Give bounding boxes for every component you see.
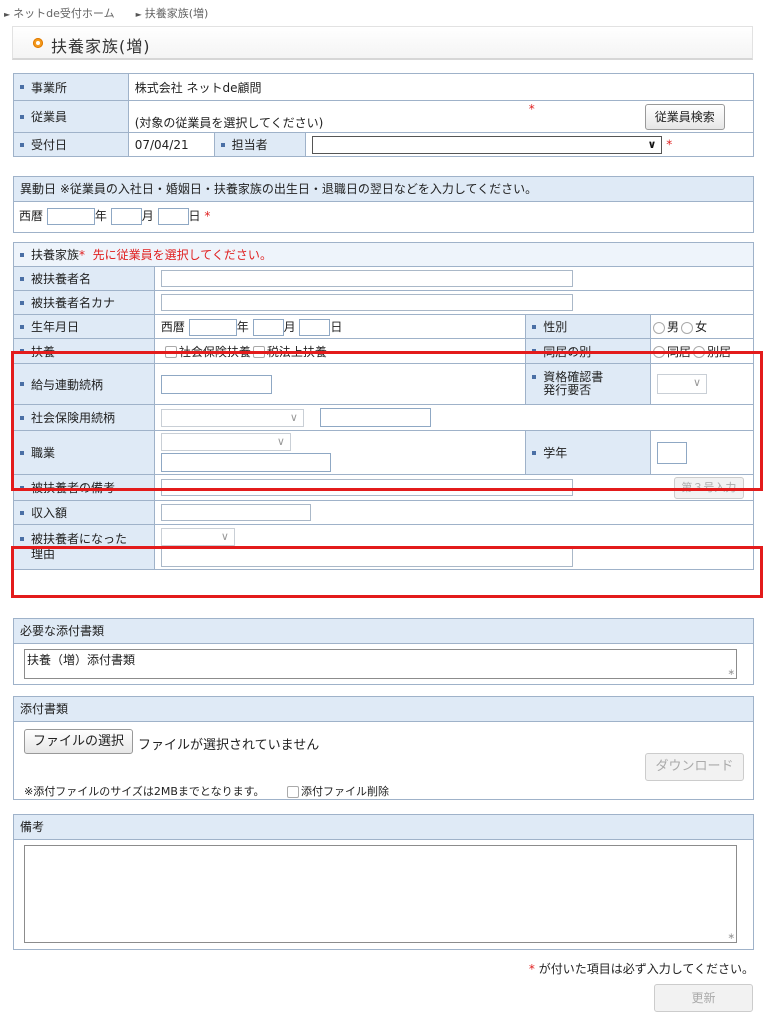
size-note: ※添付ファイルのサイズは2MBまでとなります。 bbox=[24, 785, 265, 798]
required-docs-panel: 必要な添付書類 扶養（増）添付書類 ∗ bbox=[13, 618, 754, 685]
choose-file-button[interactable]: ファイルの選択 bbox=[24, 729, 133, 754]
employee-search-button[interactable]: 従業員検索 bbox=[644, 104, 725, 130]
square-bullet-icon bbox=[20, 142, 24, 147]
square-bullet-icon bbox=[20, 252, 24, 257]
delete-attachment-checkbox[interactable] bbox=[287, 786, 299, 798]
square-bullet-icon bbox=[20, 276, 24, 281]
square-bullet-icon bbox=[532, 324, 537, 329]
download-button[interactable]: ダウンロード bbox=[645, 753, 744, 781]
triangle-right-icon: ► bbox=[4, 10, 11, 19]
required-mark: * bbox=[204, 209, 211, 223]
resize-grip-icon: ∗ bbox=[727, 932, 735, 942]
gender-female-radio[interactable] bbox=[681, 321, 694, 334]
required-note: * が付いた項目は必ず入力してください。 bbox=[528, 962, 754, 976]
page-title-bar: 扶養家族(増) bbox=[12, 26, 753, 60]
gender-cell: 男女 bbox=[650, 314, 754, 339]
birth-month-input[interactable] bbox=[252, 318, 284, 336]
resize-grip-icon: ∗ bbox=[727, 668, 735, 678]
no-file-text: ファイルが選択されていません bbox=[138, 738, 320, 753]
change-date-title: 異動日 ※従業員の入社日・婚姻日・扶養家族の出生日・退職日の翌日などを入力してく… bbox=[14, 177, 753, 202]
office-label: 事業所 bbox=[13, 73, 129, 101]
dependent-kana-input[interactable] bbox=[160, 294, 573, 311]
change-day-input[interactable] bbox=[157, 208, 189, 225]
change-date-panel: 異動日 ※従業員の入社日・婚姻日・扶養家族の出生日・退職日の翌日などを入力してく… bbox=[13, 176, 754, 233]
delete-attachment: 添付ファイル削除 bbox=[287, 783, 389, 799]
square-bullet-icon bbox=[20, 300, 24, 305]
square-bullet-icon bbox=[20, 114, 24, 119]
square-bullet-icon bbox=[220, 142, 225, 147]
breadcrumb: ► ネットde受付ホーム ► 扶養家族(増) bbox=[4, 5, 208, 21]
birth-year-input[interactable] bbox=[188, 318, 237, 336]
employee-cell: (対象の従業員を選択してください) * 従業員検索 bbox=[127, 100, 755, 133]
square-bullet-icon bbox=[20, 85, 24, 89]
reason-select[interactable]: ∨ bbox=[160, 527, 235, 546]
staff-select[interactable]: ∨ bbox=[312, 135, 663, 154]
gender-male-radio[interactable] bbox=[653, 321, 666, 334]
required-docs-title: 必要な添付書類 bbox=[14, 619, 753, 644]
breadcrumb-home-link[interactable]: ネットde受付ホーム bbox=[13, 7, 114, 20]
chevron-down-icon: ∨ bbox=[220, 529, 229, 543]
birth-day-input[interactable] bbox=[299, 318, 331, 336]
dependent-kana-label: 被扶養者名カナ bbox=[13, 290, 155, 315]
square-bullet-icon bbox=[20, 324, 24, 329]
highlight-box-1 bbox=[11, 351, 763, 491]
square-bullet-icon bbox=[20, 510, 24, 515]
change-month-input[interactable] bbox=[110, 208, 142, 225]
birth-date-label: 生年月日 bbox=[13, 314, 155, 339]
breadcrumb-current: 扶養家族(増) bbox=[144, 7, 209, 20]
income-input[interactable] bbox=[160, 504, 311, 521]
employee-label: 従業員 bbox=[13, 100, 129, 133]
change-date-row: 西暦 年 月 日 * bbox=[19, 208, 211, 225]
select-employee-notice: 先に従業員を選択してください。 bbox=[92, 248, 272, 262]
required-mark: * bbox=[528, 102, 535, 116]
dependent-name-input[interactable] bbox=[160, 270, 573, 287]
attachments-panel: 添付書類 ファイルの選択 ファイルが選択されていません ダウンロード ※添付ファ… bbox=[13, 696, 754, 800]
notes-textarea[interactable]: ∗ bbox=[24, 845, 737, 943]
update-button[interactable]: 更新 bbox=[654, 984, 753, 1012]
birth-date-cell: 西暦 年 月 日 bbox=[153, 314, 527, 339]
notes-title: 備考 bbox=[14, 815, 753, 840]
gender-label: 性別 bbox=[525, 314, 652, 339]
chevron-down-icon: ∨ bbox=[647, 137, 657, 151]
page-title: 扶養家族(増) bbox=[51, 37, 151, 56]
received-date-value: 07/04/21 bbox=[127, 132, 215, 157]
office-value: 株式会社 ネットde顧問 bbox=[127, 73, 755, 101]
dependent-name-label: 被扶養者名 bbox=[13, 266, 155, 291]
square-bullet-icon bbox=[20, 536, 24, 541]
required-mark: * bbox=[666, 137, 673, 151]
dependent-header: 扶養家族* 先に従業員を選択してください。 bbox=[13, 242, 754, 267]
change-year-input[interactable] bbox=[46, 208, 95, 225]
staff-cell: ∨ * bbox=[305, 132, 754, 157]
income-label: 収入額 bbox=[13, 500, 155, 525]
triangle-right-icon: ► bbox=[135, 10, 142, 19]
bullet-circle-icon bbox=[33, 38, 43, 48]
employee-hint: (対象の従業員を選択してください) bbox=[134, 116, 324, 130]
staff-label: 担当者 bbox=[213, 132, 307, 157]
attachments-title: 添付書類 bbox=[14, 697, 753, 722]
highlight-box-2 bbox=[11, 546, 763, 598]
notes-panel: 備考 ∗ bbox=[13, 814, 754, 950]
received-date-label: 受付日 bbox=[13, 132, 129, 157]
required-docs-textarea[interactable]: 扶養（増）添付書類 ∗ bbox=[24, 649, 737, 679]
employee-info-table: 事業所 株式会社 ネットde顧問 従業員 (対象の従業員を選択してください) *… bbox=[13, 73, 755, 157]
